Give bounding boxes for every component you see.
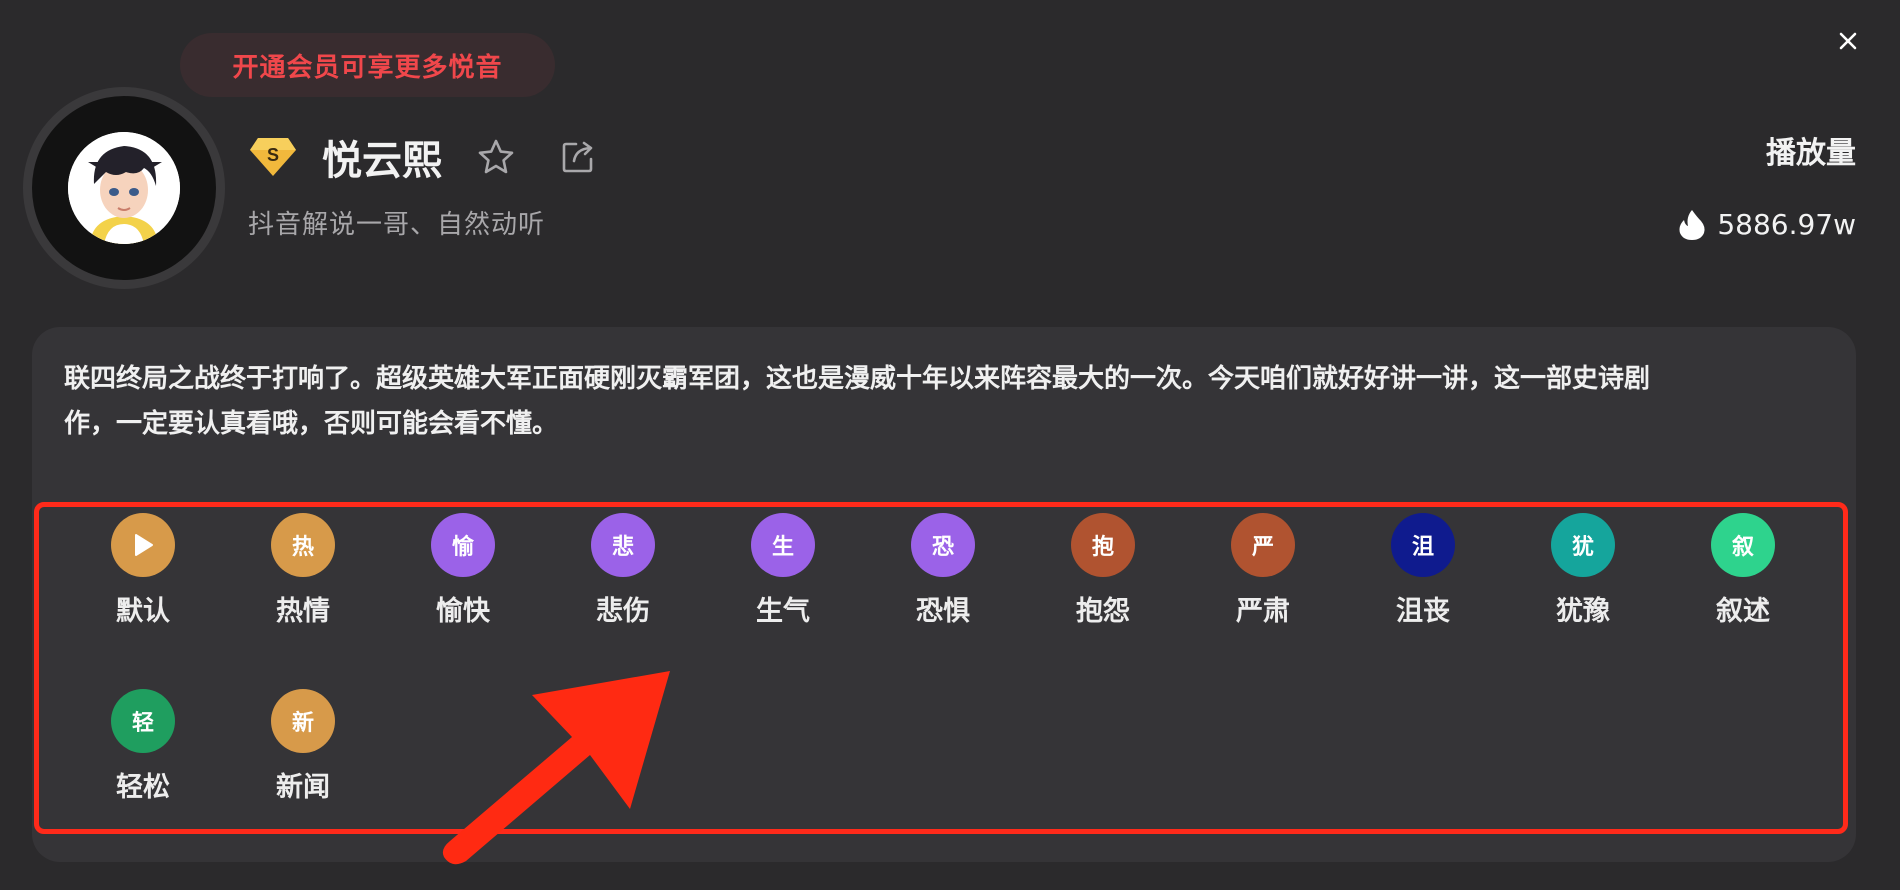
emotion-label: 生气 <box>756 596 810 627</box>
emotion-icon: 沮 <box>1391 513 1455 577</box>
emotion-label: 犹豫 <box>1556 596 1610 627</box>
emotion-icon: 抱 <box>1071 513 1135 577</box>
avatar <box>32 96 216 280</box>
vip-upsell-text: 开通会员可享更多悦音 <box>232 52 503 83</box>
emotion-option[interactable]: 叙叙述 <box>1693 513 1793 628</box>
emotion-label: 严肃 <box>1236 596 1290 627</box>
star-icon <box>478 139 514 174</box>
emotion-label: 愉快 <box>436 596 490 627</box>
emotion-option[interactable]: 恐恐惧 <box>893 513 993 628</box>
emotion-icon: 悲 <box>591 513 655 577</box>
emotion-icon: 轻 <box>111 689 175 753</box>
flame-icon <box>1679 209 1705 240</box>
emotion-icon: 愉 <box>431 513 495 577</box>
red-arrow-annotation <box>442 671 670 865</box>
emotion-label: 默认 <box>116 596 170 627</box>
sample-text-line-2: 作，一定要认真看哦，否则可能会看不懂。 <box>64 409 559 439</box>
emotion-option[interactable]: 热热情 <box>253 513 353 628</box>
premium-badge-icon: S <box>250 138 296 176</box>
emotion-label: 叙述 <box>1716 596 1770 627</box>
emotion-option[interactable]: 抱抱怨 <box>1053 513 1153 628</box>
voice-detail-panel: 开通会员可享更多悦音 S 悦云熙 抖音解说一哥、自然动听 播放量 5886.97… <box>0 0 1900 890</box>
avatar-image <box>68 132 180 244</box>
svg-text:S: S <box>267 145 279 165</box>
close-icon <box>1839 32 1857 50</box>
emotion-icon: 生 <box>751 513 815 577</box>
emotion-option[interactable]: 犹犹豫 <box>1533 513 1633 628</box>
vip-upsell-banner[interactable]: 开通会员可享更多悦音 <box>180 33 555 97</box>
play-icon <box>111 513 175 577</box>
emotion-option[interactable]: 新新闻 <box>253 689 353 804</box>
emotion-label: 轻松 <box>116 772 170 803</box>
emotion-option[interactable]: 沮沮丧 <box>1373 513 1473 628</box>
emotion-option[interactable]: 悲悲伤 <box>573 513 673 628</box>
emotion-option[interactable]: 默认 <box>93 513 193 628</box>
emotion-option[interactable]: 严严肃 <box>1213 513 1313 628</box>
plays-label: 播放量 <box>1766 136 1856 171</box>
plays-count: 5886.97w <box>1677 208 1856 241</box>
emotion-option[interactable]: 轻轻松 <box>93 689 193 804</box>
emotion-label: 抱怨 <box>1076 596 1130 627</box>
share-icon <box>562 141 593 173</box>
emotion-label: 新闻 <box>276 772 330 803</box>
voice-description: 抖音解说一哥、自然动听 <box>248 210 546 240</box>
emotion-icon: 犹 <box>1551 513 1615 577</box>
close-button[interactable] <box>1831 24 1865 58</box>
emotion-icon: 新 <box>271 689 335 753</box>
plays-value: 5886.97w <box>1717 208 1856 241</box>
emotion-icon: 叙 <box>1711 513 1775 577</box>
emotion-icon: 热 <box>271 513 335 577</box>
favorite-button[interactable] <box>476 137 516 177</box>
voice-name: 悦云熙 <box>322 138 442 184</box>
share-button[interactable] <box>558 137 598 177</box>
emotion-option[interactable]: 生生气 <box>733 513 833 628</box>
voice-title-row: S 悦云熙 <box>248 130 640 184</box>
emotion-option[interactable]: 愉愉快 <box>413 513 513 628</box>
emotion-label: 悲伤 <box>596 596 650 627</box>
emotion-icon: 恐 <box>911 513 975 577</box>
sample-text-line-1: 联四终局之战终于打响了。超级英雄大军正面硬刚灭霸军团，这也是漫威十年以来阵容最大… <box>64 364 1651 394</box>
sample-text: 联四终局之战终于打响了。超级英雄大军正面硬刚灭霸军团，这也是漫威十年以来阵容最大… <box>64 357 1824 447</box>
emotion-label: 沮丧 <box>1396 596 1450 627</box>
emotion-label: 恐惧 <box>916 596 970 627</box>
emotion-icon: 严 <box>1231 513 1295 577</box>
emotion-label: 热情 <box>276 596 330 627</box>
